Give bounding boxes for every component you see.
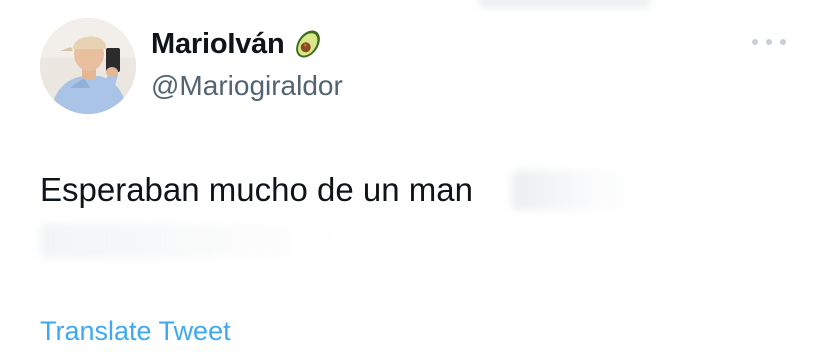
- blurred-content: [512, 170, 652, 210]
- username-handle[interactable]: @Mariogiraldor: [151, 68, 343, 104]
- tweet-text: Esperaban mucho de un man: [40, 171, 473, 208]
- avocado-icon: [291, 27, 325, 61]
- tweet-card: MarioIván @Mariogiraldor Esperaban mucho…: [0, 0, 828, 355]
- more-options-icon: [780, 39, 786, 45]
- display-name[interactable]: MarioIván: [151, 26, 285, 62]
- blurred-content: [480, 0, 650, 8]
- display-name-row: MarioIván: [151, 26, 325, 62]
- blurred-content: [40, 224, 340, 258]
- more-options-icon: [766, 39, 772, 45]
- avatar[interactable]: [40, 18, 136, 114]
- more-options-icon: [752, 39, 758, 45]
- more-options-button[interactable]: [752, 30, 786, 54]
- avatar-photo: [40, 18, 136, 114]
- translate-tweet-link[interactable]: Translate Tweet: [40, 313, 231, 349]
